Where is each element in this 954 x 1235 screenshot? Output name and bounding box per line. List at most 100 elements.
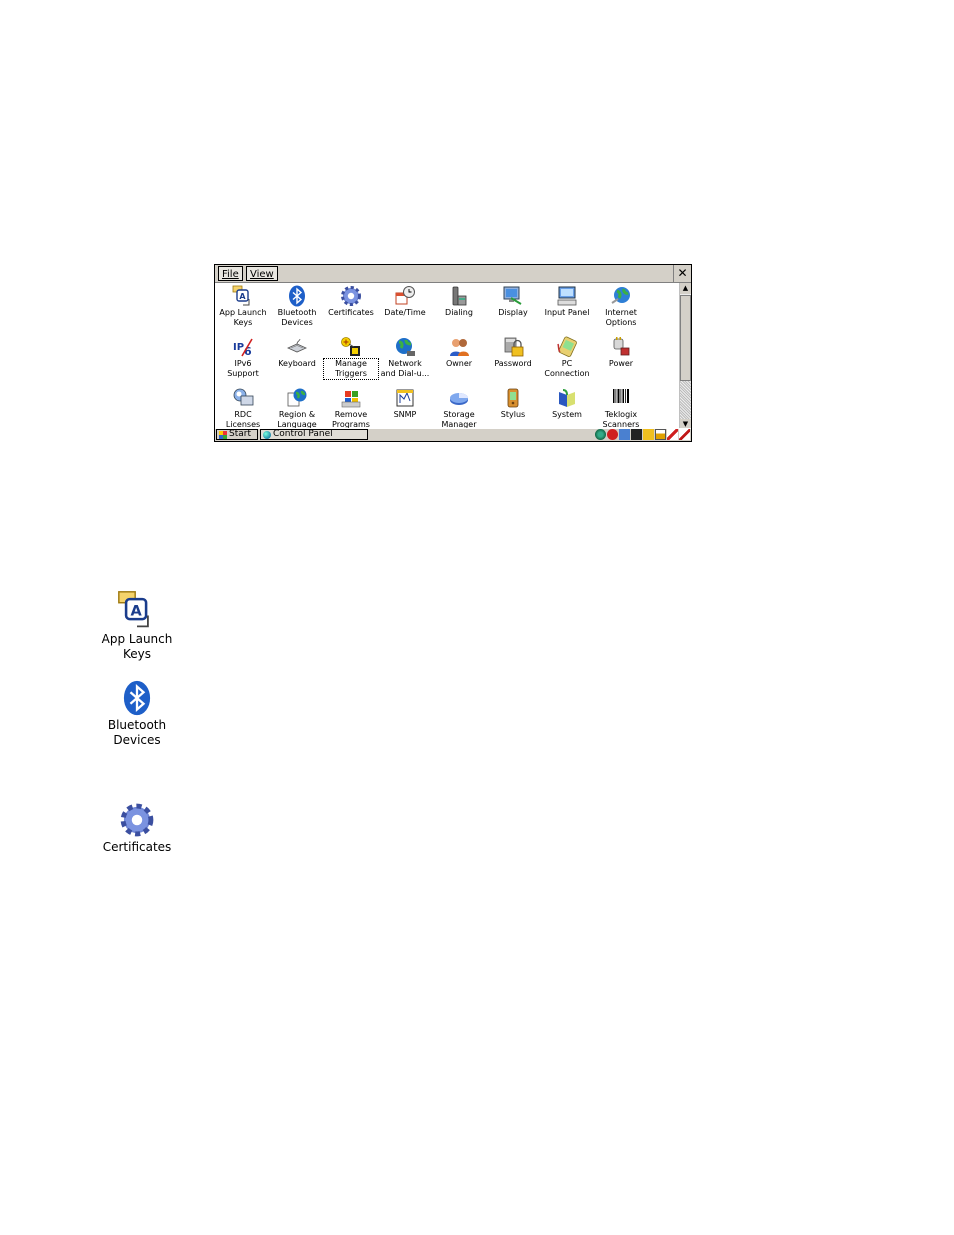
control-panel-icon [263,431,271,439]
scrollbar-track[interactable] [680,381,691,419]
certificates-gear-icon [340,285,362,307]
barcode-scanner-icon [610,387,632,409]
big-item-label: Certificates [102,840,172,854]
cp-item-manage-triggers[interactable]: Manage Triggers [323,334,379,380]
cp-item-label: Bluetooth Devices [277,308,317,327]
cp-item-power[interactable]: Power [594,334,648,369]
menu-file[interactable]: File [218,266,243,281]
cp-item-internet-options[interactable]: Internet Options [594,283,648,328]
cp-item-label: RDC Licenses [225,410,261,429]
cp-item-display[interactable]: Display [486,283,540,318]
ipv6-icon: IP 6 [232,336,254,358]
cp-item-pc-connection[interactable]: PC Connection [540,334,594,379]
cp-item-dialing[interactable]: Dialing [432,283,486,318]
pc-connection-icon [556,336,578,358]
keyboard-icon [286,336,308,358]
cp-item-region-language[interactable]: Region & Language [270,385,324,430]
cp-item-network-dialup[interactable]: Network and Dial-u... [378,334,432,379]
vertical-scrollbar[interactable]: ▲ ▼ [679,283,691,430]
cp-item-stylus[interactable]: Stylus [486,385,540,420]
cp-item-keyboard[interactable]: Keyboard [270,334,324,369]
region-language-globe-icon [286,387,308,409]
cp-item-label: Dialing [445,308,473,317]
keyboard-tray-icon[interactable] [631,429,642,440]
cp-item-label: System [552,410,582,419]
cp-item-ipv6-support[interactable]: IP 6 IPv6 Support [216,334,270,379]
cp-item-label: PC Connection [544,359,590,378]
cp-item-label: App Launch Keys [219,308,267,327]
cp-item-teklogix-scanners[interactable]: Teklogix Scanners [594,385,648,430]
svg-text:A: A [239,292,246,301]
cp-item-app-launch-keys[interactable]: A App Launch Keys [216,283,270,328]
cp-item-label: SNMP [393,410,417,419]
cp-item-input-panel[interactable]: Input Panel [540,283,594,318]
cp-item-label: Remove Programs [332,410,370,429]
cp-item-storage-manager[interactable]: Storage Manager [432,385,486,430]
menu-view[interactable]: View [246,266,278,281]
taskbar-item-label: Control Panel [273,429,333,439]
storage-manager-pie-icon [448,387,470,409]
cp-item-bluetooth-devices[interactable]: Bluetooth Devices [270,283,324,328]
cp-item-label: Password [494,359,532,368]
system-tray [595,429,690,440]
cp-item-label: Input Panel [544,308,590,317]
cp-item-label: Storage Manager [441,410,477,429]
cp-item-snmp[interactable]: SNMP [378,385,432,420]
cp-item-date-time[interactable]: Date/Time [378,283,432,318]
bluetooth-icon [286,285,308,307]
cp-item-label: IPv6 Support [227,359,259,378]
network-globe-icon [394,336,416,358]
dialing-phone-icon [448,285,470,307]
stylus-tray-icon[interactable] [679,429,690,440]
stylus-device-icon [502,387,524,409]
no-signal-tray-icon[interactable] [607,429,618,440]
owner-people-icon [448,336,470,358]
cp-item-label: Manage Triggers [323,358,379,380]
big-item-app-launch-keys: A App Launch Keys [87,590,187,662]
big-item-label: Bluetooth Devices [107,718,167,747]
certificates-gear-icon [119,802,155,838]
start-button[interactable]: Start [216,429,258,440]
power-plug-icon [610,336,632,358]
app-launch-keys-icon: A [232,285,254,307]
cp-item-certificates[interactable]: Certificates [324,283,378,318]
taskbar: Start Control Panel [215,428,691,441]
lock-tray-icon[interactable] [643,429,654,440]
manage-triggers-icon [340,336,362,358]
network-tray-icon[interactable] [595,429,606,440]
start-label: Start [229,429,251,439]
svg-text:A: A [130,603,142,619]
cp-item-password[interactable]: Password [486,334,540,369]
close-icon: ✕ [677,266,688,280]
internet-options-globe-icon [610,285,632,307]
rdc-licenses-icon [232,387,254,409]
cp-item-label: Certificates [328,308,374,317]
menu-bar: File View ✕ [215,265,691,283]
big-item-certificates: Certificates [87,802,187,855]
cp-item-rdc-licenses[interactable]: RDC Licenses [216,385,270,430]
device-tray-icon[interactable] [619,429,630,440]
scrollbar-thumb[interactable] [680,295,691,381]
big-item-bluetooth-devices: Bluetooth Devices [87,680,187,748]
scroll-up-icon[interactable]: ▲ [680,283,691,294]
display-monitor-icon [502,285,524,307]
cp-item-owner[interactable]: Owner [432,334,486,369]
cp-item-remove-programs[interactable]: Remove Programs [324,385,378,430]
power-tray-icon[interactable] [667,429,678,440]
snmp-icon [394,387,416,409]
control-panel-icon-grid: A App Launch Keys Bluetooth Devices Cert… [215,283,681,430]
password-lock-icon [502,336,524,358]
date-time-icon [394,285,416,307]
cp-item-system[interactable]: System [540,385,594,420]
cp-item-label: Keyboard [278,359,316,368]
remove-programs-icon [340,387,362,409]
cp-item-label: Network and Dial-u... [380,359,430,378]
battery-tray-icon[interactable] [655,429,666,440]
windows-flag-icon [219,431,227,439]
close-button[interactable]: ✕ [673,265,691,282]
big-item-label: App Launch Keys [101,632,173,661]
cp-item-label: Internet Options [605,308,637,327]
taskbar-item-control-panel[interactable]: Control Panel [260,429,368,440]
menu-file-label: File [222,269,239,280]
cp-item-label: Power [608,359,634,368]
